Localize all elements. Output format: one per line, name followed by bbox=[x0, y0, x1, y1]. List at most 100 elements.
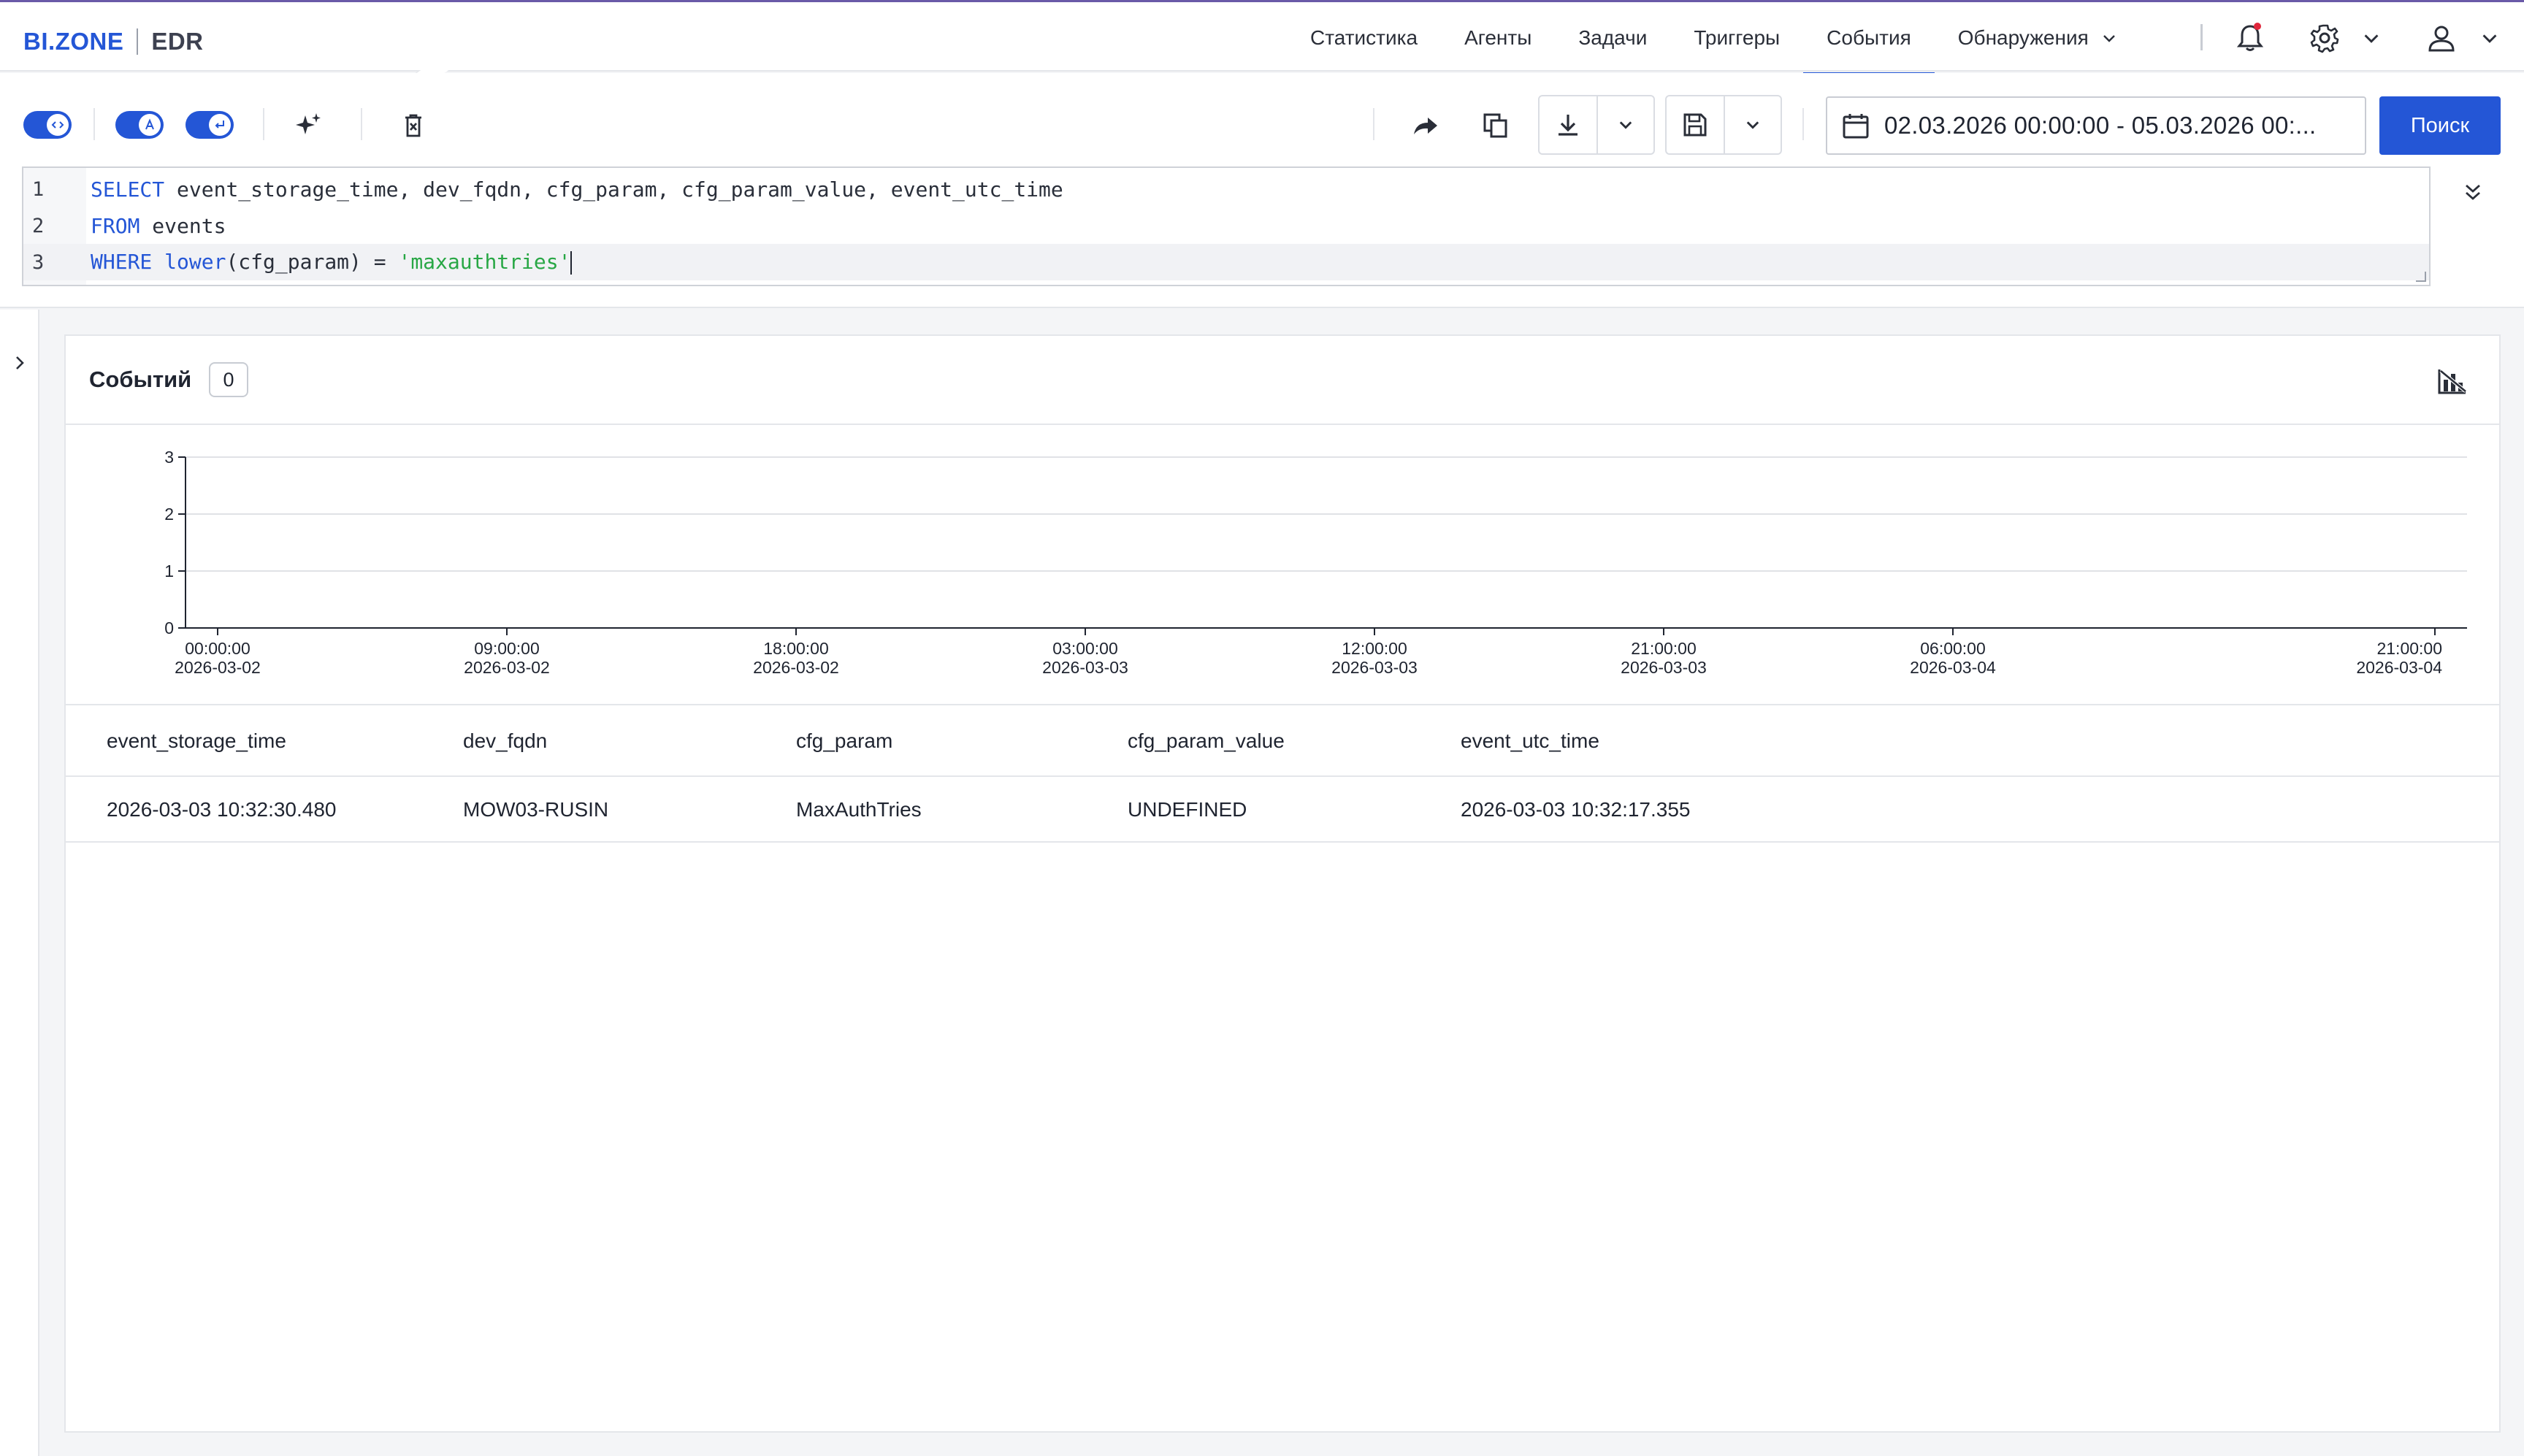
toolbar-separator bbox=[93, 108, 95, 140]
nav-divider bbox=[2200, 24, 2203, 50]
x-tick-time-label: 18:00:00 bbox=[763, 639, 829, 658]
nav-statistics[interactable]: Статистика bbox=[1287, 2, 1441, 74]
column-header[interactable]: dev_fqdn bbox=[463, 707, 547, 775]
column-header[interactable]: event_utc_time bbox=[1461, 707, 1599, 775]
clear-query-button[interactable] bbox=[396, 108, 431, 143]
text-caret bbox=[570, 251, 573, 275]
nav-events[interactable]: События bbox=[1803, 2, 1935, 75]
results-table-header: event_storage_time dev_fqdn cfg_param cf… bbox=[66, 707, 2499, 777]
code-text: WHERE lower(cfg_param) = 'maxauthtries' bbox=[86, 250, 573, 275]
query-editor-panel: 1 SELECT event_storage_time, dev_fqdn, c… bbox=[0, 159, 2524, 308]
results-count-badge: 0 bbox=[209, 362, 248, 397]
ai-assistant-button[interactable] bbox=[291, 108, 326, 143]
column-header[interactable]: cfg_param_value bbox=[1128, 707, 1285, 775]
code-mode-toggle[interactable] bbox=[23, 111, 72, 139]
chart-off-icon bbox=[2438, 369, 2467, 394]
user-dropdown[interactable] bbox=[2471, 20, 2508, 56]
download-icon bbox=[1559, 115, 1578, 136]
code-text: SELECT event_storage_time, dev_fqdn, cfg… bbox=[86, 177, 1063, 202]
table-cell: UNDEFINED bbox=[1128, 798, 1247, 821]
line-number: 2 bbox=[32, 214, 45, 237]
results-title: Событий bbox=[89, 367, 192, 392]
events-histogram: 0 1 2 3 00:00:00 2026-03-02 09:00:00 2026-03-02… bbox=[66, 426, 2499, 705]
main-nav: Статистика Агенты Задачи Триггеры Событи… bbox=[1287, 2, 2140, 75]
save-query-button[interactable] bbox=[1667, 96, 1724, 153]
y-tick-label: 2 bbox=[164, 505, 174, 524]
chevron-down-icon bbox=[2103, 35, 2115, 42]
save-options-dropdown[interactable] bbox=[1724, 96, 1781, 153]
chevron-down-icon bbox=[2364, 34, 2379, 43]
export-button-group bbox=[1538, 95, 1655, 155]
expand-panel-button[interactable] bbox=[7, 350, 32, 375]
column-header[interactable]: event_storage_time bbox=[107, 707, 286, 775]
download-button[interactable] bbox=[1540, 96, 1596, 153]
x-tick-time-label: 21:00:00 bbox=[1631, 639, 1697, 658]
x-tick-time-label: 00:00:00 bbox=[185, 639, 251, 658]
chevron-down-icon bbox=[1746, 121, 1759, 129]
sparkle-icon bbox=[296, 113, 321, 134]
date-range-picker[interactable]: 02.03.2026 00:00:00 - 05.03.2026 00:... bbox=[1826, 96, 2366, 155]
date-range-value: 02.03.2026 00:00:00 - 05.03.2026 00:... bbox=[1884, 112, 2317, 139]
brand-separator bbox=[137, 28, 139, 55]
code-line: 2 FROM events bbox=[23, 207, 2429, 244]
nav-triggers[interactable]: Триггеры bbox=[1670, 2, 1803, 74]
notification-dot bbox=[2254, 23, 2261, 30]
sql-keyword: WHERE bbox=[91, 250, 153, 274]
letter-a-icon bbox=[139, 114, 161, 136]
chevron-right-icon bbox=[16, 356, 24, 369]
column-header[interactable]: cfg_param bbox=[796, 707, 892, 775]
code-line-current: 3 WHERE lower(cfg_param) = 'maxauthtries… bbox=[23, 244, 2429, 280]
y-tick-label: 3 bbox=[164, 448, 174, 467]
table-row[interactable]: 2026-03-03 10:32:30.480 MOW03-RUSIN MaxA… bbox=[66, 778, 2499, 843]
table-cell: 2026-03-03 10:32:30.480 bbox=[107, 798, 337, 821]
table-cell: MOW03-RUSIN bbox=[463, 798, 609, 821]
search-button[interactable]: Поиск bbox=[2379, 96, 2501, 155]
autocomplete-toggle[interactable] bbox=[115, 111, 164, 139]
save-icon bbox=[1683, 113, 1707, 137]
x-tick-time-label: 06:00:00 bbox=[1920, 639, 1986, 658]
share-arrow-icon bbox=[1414, 118, 1437, 134]
code-text: FROM events bbox=[86, 214, 226, 238]
query-editor[interactable]: 1 SELECT event_storage_time, dev_fqdn, c… bbox=[22, 166, 2431, 286]
wrap-icon bbox=[209, 114, 231, 136]
collapse-editor-button[interactable] bbox=[2458, 178, 2487, 207]
settings-dropdown[interactable] bbox=[2353, 20, 2390, 56]
x-tick-time-label: 21:00:00 bbox=[2376, 639, 2442, 658]
calendar-icon bbox=[1843, 114, 1869, 139]
side-panel-rail bbox=[0, 310, 39, 1456]
histogram-svg: 012300:00:002026-03-0209:00:002026-03-02… bbox=[164, 448, 2467, 677]
x-tick-date-label: 2026-03-03 bbox=[1331, 658, 1418, 677]
settings-button[interactable] bbox=[2306, 20, 2343, 56]
nav-label: Задачи bbox=[1578, 26, 1648, 49]
hide-chart-button[interactable] bbox=[2435, 364, 2470, 399]
code-line: 1 SELECT event_storage_time, dev_fqdn, c… bbox=[23, 171, 2429, 207]
sql-text: (cfg_param) = bbox=[226, 250, 399, 274]
user-menu-button[interactable] bbox=[2423, 20, 2460, 56]
nav-detections[interactable]: Обнаружения bbox=[1935, 2, 2140, 74]
nav-agents[interactable]: Агенты bbox=[1441, 2, 1555, 74]
top-bar: BI.ZONE EDR Статистика Агенты Задачи Три… bbox=[0, 0, 2524, 75]
y-tick-label: 1 bbox=[164, 562, 174, 581]
x-tick-time-label: 09:00:00 bbox=[474, 639, 540, 658]
editor-resize-handle[interactable] bbox=[2416, 272, 2426, 282]
table-cell: 2026-03-03 10:32:17.355 bbox=[1461, 798, 1691, 821]
toolbar-separator bbox=[361, 108, 362, 140]
brand-logo[interactable]: BI.ZONE EDR bbox=[23, 27, 204, 56]
nav-label: Статистика bbox=[1310, 26, 1418, 49]
line-wrap-toggle[interactable] bbox=[186, 111, 234, 139]
nav-label: События bbox=[1827, 26, 1911, 49]
download-options-dropdown[interactable] bbox=[1596, 96, 1653, 153]
copy-query-button[interactable] bbox=[1478, 108, 1513, 143]
brand-product: EDR bbox=[151, 28, 204, 55]
results-header: Событий 0 bbox=[66, 336, 2499, 425]
share-button[interactable] bbox=[1408, 108, 1443, 143]
toolbar-separator bbox=[263, 108, 264, 140]
x-tick-time-label: 12:00:00 bbox=[1342, 639, 1407, 658]
sql-function: lower bbox=[152, 250, 226, 274]
sql-keyword: FROM bbox=[91, 213, 140, 238]
query-toolbar: 02.03.2026 00:00:00 - 05.03.2026 00:... … bbox=[0, 73, 2524, 161]
notifications-button[interactable] bbox=[2232, 20, 2268, 56]
chevron-down-icon bbox=[1619, 121, 1632, 129]
table-cell: MaxAuthTries bbox=[796, 798, 922, 821]
nav-tasks[interactable]: Задачи bbox=[1555, 2, 1670, 74]
